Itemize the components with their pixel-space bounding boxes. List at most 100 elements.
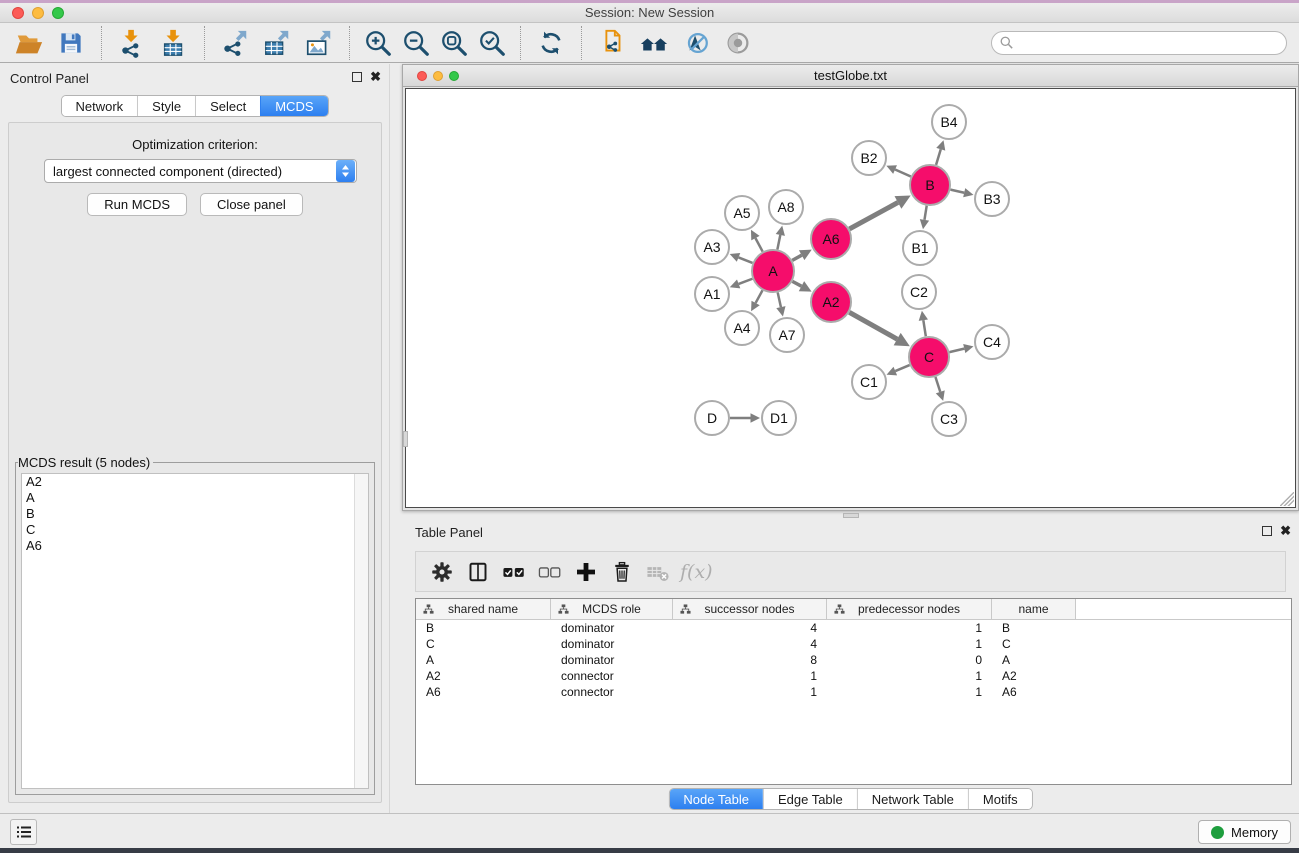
graph-edge-A-A1[interactable]	[739, 279, 753, 284]
mcds-result-item[interactable]: A6	[22, 538, 368, 554]
deselect-all-button[interactable]	[532, 557, 568, 587]
graph-edge-B-B3[interactable]	[950, 190, 964, 193]
resize-grip[interactable]	[1280, 492, 1294, 506]
tab-mcds[interactable]: MCDS	[260, 96, 327, 116]
mcds-result-item[interactable]: C	[22, 522, 368, 538]
zoom-fit-button[interactable]	[438, 27, 470, 59]
preview-button[interactable]	[722, 27, 754, 59]
mcds-result-item[interactable]: A	[22, 490, 368, 506]
graph-edge-B-B2[interactable]	[895, 170, 911, 177]
tab-node-table[interactable]: Node Table	[669, 789, 763, 809]
search-input[interactable]	[1018, 35, 1278, 50]
mcds-result-list[interactable]: A2ABCA6	[21, 473, 369, 789]
tab-edge-table[interactable]: Edge Table	[763, 789, 857, 809]
graph-edge-A-A5[interactable]	[755, 238, 762, 251]
tab-motifs[interactable]: Motifs	[968, 789, 1032, 809]
run-mcds-button[interactable]: Run MCDS	[87, 193, 187, 216]
criterion-select[interactable]: largest connected component (directed)	[44, 159, 357, 183]
hide-graphics-details-button[interactable]	[680, 27, 712, 59]
show-task-history-button[interactable]	[10, 819, 37, 845]
control-panel-tabs: Network Style Select MCDS	[60, 95, 328, 117]
memory-button[interactable]: Memory	[1198, 820, 1291, 844]
graph-edge-C-C3[interactable]	[935, 377, 940, 392]
list-icon	[16, 824, 32, 840]
select-all-button[interactable]	[496, 557, 532, 587]
graph-edge-A-A3[interactable]	[739, 257, 753, 263]
export-image-button[interactable]	[303, 27, 335, 59]
mcds-result-items: A2ABCA6	[22, 474, 368, 554]
table-row[interactable]: A6connector11A6	[416, 684, 1293, 700]
split-handle[interactable]	[843, 513, 859, 518]
mcds-result-item[interactable]: A2	[22, 474, 368, 490]
export-table-button[interactable]	[261, 27, 293, 59]
delete-table-button[interactable]	[640, 557, 676, 587]
zoom-in-button[interactable]	[362, 27, 394, 59]
close-panel-icon[interactable]: ✖	[370, 72, 381, 82]
table-row[interactable]: Adominator80A	[416, 652, 1293, 668]
tab-network-table[interactable]: Network Table	[857, 789, 968, 809]
network-canvas[interactable]: B4B2BB3B1A5A8A3A6AA1C2A4A7A2CC4C1C3DD1	[405, 88, 1296, 508]
search-field[interactable]	[991, 31, 1287, 55]
checked-boxes-icon	[501, 559, 527, 585]
copy-network-button[interactable]	[596, 27, 628, 59]
graph-edge-A-A6[interactable]	[792, 255, 801, 260]
import-network-button[interactable]	[116, 27, 148, 59]
close-panel-button[interactable]: Close panel	[200, 193, 303, 216]
table-row[interactable]: Bdominator41B	[416, 620, 1293, 636]
save-session-button[interactable]	[55, 27, 87, 59]
columns-icon	[466, 560, 490, 584]
delete-column-button[interactable]	[604, 557, 640, 587]
criterion-value: largest connected component (directed)	[45, 164, 336, 179]
graph-edge-A-A7[interactable]	[778, 292, 781, 307]
zoom-in-icon	[363, 28, 393, 58]
zoom-selected-button[interactable]	[476, 27, 508, 59]
float-panel-icon[interactable]	[352, 72, 362, 82]
column-header-shared-name[interactable]: shared name	[416, 599, 551, 619]
search-icon	[1000, 36, 1013, 49]
column-header-mcds-role[interactable]: MCDS role	[551, 599, 673, 619]
tab-network[interactable]: Network	[61, 96, 137, 116]
export-image-icon	[304, 28, 334, 58]
mcds-result-item[interactable]: B	[22, 506, 368, 522]
result-scrollbar[interactable]	[354, 474, 368, 788]
main-toolbar	[0, 23, 1299, 63]
hide-graphics-details-icon	[681, 28, 711, 58]
add-column-button[interactable]	[568, 557, 604, 587]
graph-edge-C-C1[interactable]	[895, 365, 909, 371]
table-row[interactable]: A2connector11A2	[416, 668, 1293, 684]
table-settings-button[interactable]	[424, 557, 460, 587]
graph-edge-A-A8[interactable]	[777, 235, 780, 250]
refresh-button[interactable]	[535, 27, 567, 59]
table-row[interactable]: Cdominator41C	[416, 636, 1293, 652]
open-session-button[interactable]	[13, 27, 45, 59]
column-header-successor-nodes[interactable]: successor nodes	[673, 599, 827, 619]
export-network-button[interactable]	[219, 27, 251, 59]
network-window-titlebar[interactable]: testGlobe.txt	[403, 65, 1298, 87]
float-panel-icon[interactable]	[1262, 526, 1272, 536]
graph-edge-A2-C[interactable]	[849, 312, 897, 339]
import-table-button[interactable]	[158, 27, 190, 59]
graph-edge-A-A2[interactable]	[792, 281, 801, 286]
graph-edge-B-B4[interactable]	[936, 149, 941, 165]
function-builder-button[interactable]: f(x)	[680, 561, 713, 583]
column-header-name[interactable]: name	[992, 599, 1076, 619]
split-handle[interactable]	[403, 431, 408, 447]
close-panel-icon[interactable]: ✖	[1280, 526, 1291, 536]
graph-node-label: C2	[910, 284, 928, 300]
graph-edge-B-B1[interactable]	[924, 206, 926, 220]
graph-edge-C-C4[interactable]	[949, 349, 964, 353]
tab-select[interactable]: Select	[195, 96, 260, 116]
trash-icon	[610, 560, 634, 584]
graph-edge-A-A4[interactable]	[756, 290, 763, 303]
home-button[interactable]	[638, 27, 670, 59]
tab-style[interactable]: Style	[137, 96, 195, 116]
column-header-predecessor-nodes[interactable]: predecessor nodes	[827, 599, 992, 619]
network-graph[interactable]: B4B2BB3B1A5A8A3A6AA1C2A4A7A2CC4C1C3DD1	[406, 89, 1296, 508]
app-titlebar: Session: New Session	[0, 3, 1299, 23]
table-columns-button[interactable]	[460, 557, 496, 587]
graph-edge-A6-B[interactable]	[849, 202, 898, 228]
graph-arrowhead	[919, 311, 928, 321]
zoom-out-button[interactable]	[400, 27, 432, 59]
graph-edge-C-C2[interactable]	[923, 320, 925, 336]
toolbar-separator	[349, 26, 350, 60]
